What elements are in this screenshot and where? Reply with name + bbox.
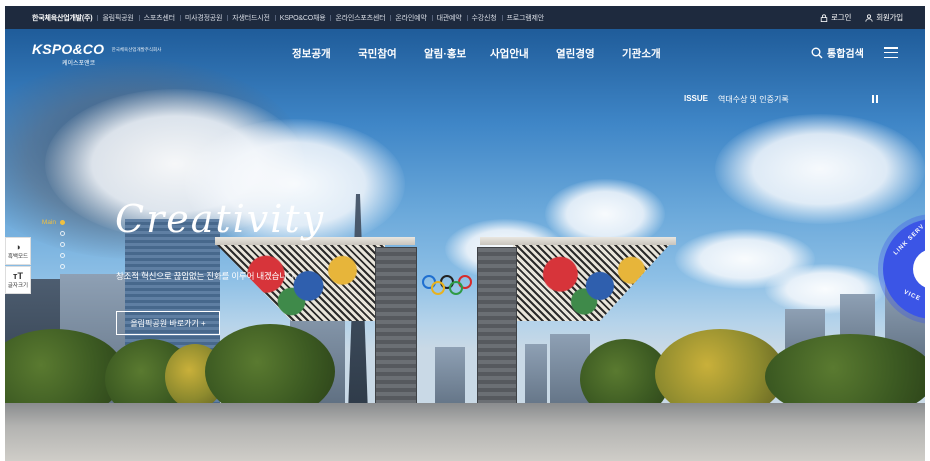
search-button[interactable]: 통합검색 (811, 45, 864, 60)
family-link-4[interactable]: 자생터드시전 (227, 13, 274, 23)
family-link-recruit[interactable]: KSPO&CO채용 (274, 13, 331, 23)
gate-top-right (480, 237, 676, 245)
lock-icon (820, 13, 828, 22)
search-icon (811, 47, 823, 58)
family-link-program[interactable]: 프로그램제안 (501, 13, 549, 23)
pager-dot[interactable] (60, 264, 65, 269)
family-link-kspo[interactable]: 한국체육산업개발(주) (27, 13, 97, 23)
gnb-menu: 정보공개 국민참여 알림·홍보 사업안내 열린경영 기관소개 (292, 46, 688, 61)
olympic-rings (419, 274, 475, 296)
gate-mural-right (513, 243, 671, 321)
issue-tag: ISSUE (684, 94, 709, 103)
logo-text: KSPO&CO (32, 41, 105, 57)
pager-dot-active[interactable] (60, 220, 65, 225)
family-link-online-reserve[interactable]: 온라인예약 (390, 13, 431, 23)
search-label: 통합검색 (827, 49, 864, 60)
contrast-mode-button[interactable]: ◑ 흑백모드 (5, 237, 31, 265)
main-navigation: KSPO&CO 한국체육산업개발주식회사 케이스포앤코 정보공개 국민참여 알림… (5, 29, 925, 77)
menu-item-management[interactable]: 열린경영 (556, 46, 622, 61)
pause-icon[interactable] (872, 95, 879, 103)
utility-bar: 한국체육산업개발(주) 올림픽공원 스포츠센터 미사경정공원 자생터드시전 KS… (5, 6, 925, 29)
link-service-bottom-text: VICE (902, 289, 922, 303)
account-links: 로그인 회원가입 (820, 12, 903, 23)
font-size-label: 글자크기 (7, 282, 29, 289)
issue-ticker[interactable]: ISSUE 역대수상 및 인증기록 (684, 94, 789, 105)
family-link-misa[interactable]: 미사경정공원 (179, 13, 227, 23)
issue-text: 역대수상 및 인증기록 (718, 95, 789, 104)
hero-description: 창조적 혁신으로 끊임없는 진화를 이루어 내겠습니다. (116, 271, 297, 281)
cloud (715, 114, 925, 224)
logo-subtext: 한국체육산업개발주식회사 (111, 46, 162, 52)
link-service-top-text: LINK SERV (892, 223, 925, 257)
olympic-park-button[interactable]: 올림픽공원 바로가기 + (116, 311, 220, 335)
menu-item-about[interactable]: 기관소개 (622, 46, 688, 61)
family-link-olympic-park[interactable]: 올림픽공원 (97, 13, 138, 23)
contrast-label: 흑백모드 (7, 253, 29, 260)
gate-pillar-left (375, 247, 417, 417)
gate-pillar-right (477, 247, 517, 417)
pager-label: Main (41, 219, 56, 226)
hero-slogan: Creativity (115, 197, 326, 241)
slide-pager: Main (39, 217, 65, 272)
menu-item-participation[interactable]: 국민참여 (358, 46, 424, 61)
link-service-inner (913, 249, 925, 289)
menu-item-info[interactable]: 정보공개 (292, 46, 358, 61)
font-size-button[interactable]: ᴛT 글자크기 (5, 266, 31, 294)
plaza-ground (5, 403, 925, 461)
family-link-rental[interactable]: 대관예약 (431, 13, 467, 23)
family-link-sports-center[interactable]: 스포츠센터 (138, 13, 180, 23)
hero-banner: KSPO&CO 한국체육산업개발주식회사 케이스포앤코 정보공개 국민참여 알림… (5, 29, 925, 461)
pager-dot[interactable] (60, 253, 65, 258)
signup-label: 회원가입 (876, 13, 903, 22)
signup-link[interactable]: 회원가입 (865, 12, 903, 23)
family-link-course[interactable]: 수강신청 (466, 13, 502, 23)
gate-mural-left (215, 243, 385, 321)
menu-icon[interactable] (884, 47, 898, 58)
family-site-links: 한국체육산업개발(주) 올림픽공원 스포츠센터 미사경정공원 자생터드시전 KS… (27, 13, 549, 23)
user-icon (865, 13, 873, 22)
family-link-online-sports[interactable]: 온라인스포츠센터 (330, 13, 390, 23)
logo[interactable]: KSPO&CO 한국체육산업개발주식회사 케이스포앤코 (32, 41, 161, 67)
contrast-icon: ◑ (15, 241, 21, 252)
menu-item-business[interactable]: 사업안내 (490, 46, 556, 61)
login-link[interactable]: 로그인 (820, 12, 851, 23)
menu-item-news[interactable]: 알림·홍보 (424, 46, 490, 61)
pager-dot[interactable] (60, 231, 65, 236)
login-label: 로그인 (831, 13, 852, 22)
font-size-icon: ᴛT (13, 270, 23, 281)
logo-korean: 케이스포앤코 (62, 61, 96, 67)
pager-dot[interactable] (60, 242, 65, 247)
